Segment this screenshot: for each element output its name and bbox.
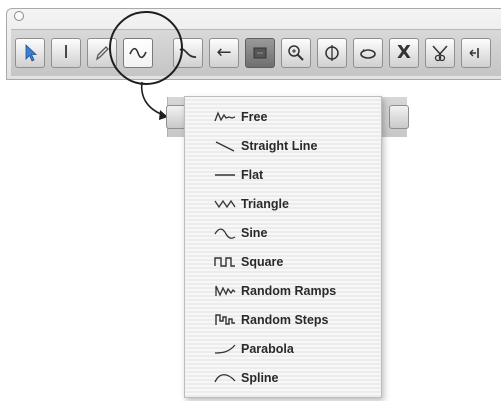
menu-item-label: Flat bbox=[241, 168, 264, 182]
menu-item-label: Random Ramps bbox=[241, 284, 337, 298]
text-cursor-tool-button[interactable]: I bbox=[51, 38, 81, 68]
pencil-tool-button[interactable] bbox=[87, 38, 117, 68]
triangle-wave-icon bbox=[214, 199, 236, 209]
spline-icon bbox=[214, 374, 236, 383]
pointer-tool-button[interactable] bbox=[15, 38, 45, 68]
menu-item-label: Spline bbox=[241, 371, 279, 385]
line-shape-menu: Free Straight Line Flat Triangle Sine Sq… bbox=[184, 96, 382, 398]
loop-icon bbox=[360, 49, 376, 59]
left-arrow-icon: ← bbox=[216, 42, 232, 63]
scrub-tool-button[interactable] bbox=[317, 38, 347, 68]
grabber-tool-button[interactable] bbox=[245, 38, 275, 68]
menu-item-spline[interactable]: Spline bbox=[185, 366, 381, 390]
parabola-icon bbox=[214, 344, 236, 354]
line-shape-tool-button[interactable] bbox=[123, 38, 153, 68]
menu-item-flat[interactable]: Flat bbox=[185, 163, 381, 187]
i-beam-icon: I bbox=[63, 42, 69, 63]
toolbar-button-stub bbox=[389, 105, 409, 129]
x-icon: X bbox=[397, 42, 411, 63]
glue-tool-button[interactable] bbox=[461, 38, 491, 68]
loop-tool-button[interactable] bbox=[353, 38, 383, 68]
magnifier-icon bbox=[288, 45, 304, 61]
menu-item-label: Free bbox=[241, 110, 268, 124]
pencil-icon bbox=[95, 46, 109, 61]
menu-item-label: Straight Line bbox=[241, 139, 318, 153]
tool-bar: I ← X bbox=[11, 29, 501, 76]
scrub-icon bbox=[325, 45, 339, 61]
window-close-button[interactable] bbox=[14, 11, 24, 21]
nudge-left-tool-button[interactable]: ← bbox=[209, 38, 239, 68]
scissors-tool-button[interactable] bbox=[425, 38, 455, 68]
freehand-line-icon bbox=[214, 111, 236, 122]
menu-item-triangle[interactable]: Triangle bbox=[185, 192, 381, 216]
random-ramps-icon bbox=[215, 285, 236, 297]
menu-item-label: Triangle bbox=[241, 197, 289, 211]
zoom-tool-button[interactable] bbox=[281, 38, 311, 68]
square-wave-icon bbox=[214, 257, 235, 267]
curve-icon bbox=[179, 48, 197, 58]
grabber-icon bbox=[253, 47, 267, 59]
menu-item-free[interactable]: Free bbox=[185, 105, 381, 129]
curve-tool-button[interactable] bbox=[173, 38, 203, 68]
app-window: I ← X bbox=[6, 8, 501, 80]
menu-item-sine[interactable]: Sine bbox=[185, 221, 381, 245]
arrow-pointer-icon bbox=[25, 44, 38, 62]
menu-item-parabola[interactable]: Parabola bbox=[185, 337, 381, 361]
menu-item-label: Random Steps bbox=[241, 313, 329, 327]
mute-tool-button[interactable]: X bbox=[389, 38, 419, 68]
sine-wave-icon bbox=[214, 228, 236, 239]
random-steps-icon bbox=[215, 314, 235, 325]
straight-line-icon bbox=[215, 141, 235, 152]
menu-item-label: Sine bbox=[241, 226, 268, 240]
sine-wave-icon bbox=[129, 47, 147, 59]
menu-item-random-steps[interactable]: Random Steps bbox=[185, 308, 381, 332]
flat-line-icon bbox=[215, 174, 235, 176]
menu-item-label: Parabola bbox=[241, 342, 294, 356]
menu-item-square[interactable]: Square bbox=[185, 250, 381, 274]
menu-item-straight-line[interactable]: Straight Line bbox=[185, 134, 381, 158]
scissors-icon bbox=[432, 45, 448, 62]
toolbar-button-stub bbox=[166, 105, 186, 129]
menu-item-random-ramps[interactable]: Random Ramps bbox=[185, 279, 381, 303]
glue-icon bbox=[469, 48, 479, 58]
menu-item-label: Square bbox=[241, 255, 284, 269]
